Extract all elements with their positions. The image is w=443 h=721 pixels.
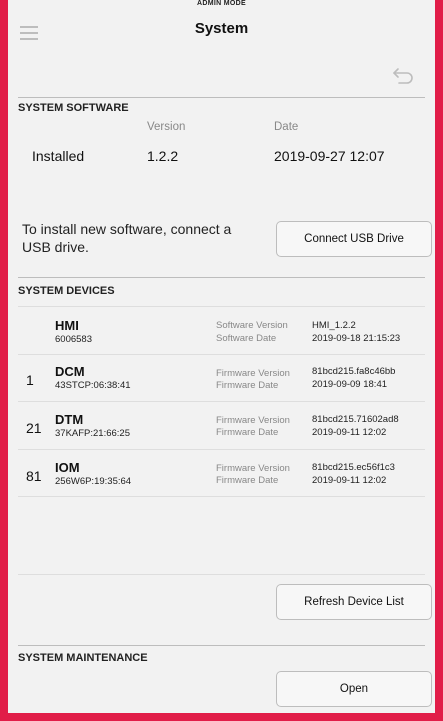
device-number: 81 xyxy=(26,468,42,484)
section-title-system-maintenance: SYSTEM MAINTENANCE xyxy=(18,652,148,664)
device-version-value: 81bcd215.71602ad8 xyxy=(312,414,399,425)
divider xyxy=(18,645,425,646)
page-title: System xyxy=(194,20,249,37)
device-label-version: Software Version xyxy=(216,320,288,331)
device-version-value: 81bcd215.fa8c46bb xyxy=(312,366,396,377)
open-maintenance-button[interactable]: Open xyxy=(276,671,432,707)
app-frame: ADMIN MODE System SYSTEM SOFTWARE Versio… xyxy=(8,0,435,713)
device-serial: 6006583 xyxy=(55,334,92,345)
device-date-value: 2019-09-11 12:02 xyxy=(312,427,387,438)
column-header-version: Version xyxy=(147,121,186,133)
device-serial: 43STCP:06:38:41 xyxy=(55,380,131,391)
device-name: HMI xyxy=(55,318,79,333)
divider xyxy=(18,354,425,355)
device-date-value: 2019-09-11 12:02 xyxy=(312,475,387,486)
device-version-value: HMI_1.2.2 xyxy=(312,320,356,331)
device-serial: 37KAFP:21:66:25 xyxy=(55,428,130,439)
header: System xyxy=(8,12,435,52)
device-label-version: Firmware Version xyxy=(216,415,290,426)
divider xyxy=(18,306,425,307)
admin-mode-label: ADMIN MODE xyxy=(197,0,246,7)
refresh-device-list-button[interactable]: Refresh Device List xyxy=(276,584,432,620)
device-name: IOM xyxy=(55,460,80,475)
device-version-value: 81bcd215.ec56f1c3 xyxy=(312,462,395,473)
section-title-system-devices: SYSTEM DEVICES xyxy=(18,285,115,297)
installed-date: 2019-09-27 12:07 xyxy=(274,148,385,164)
installed-version: 1.2.2 xyxy=(147,148,179,164)
column-header-date: Date xyxy=(274,121,299,133)
device-number: 21 xyxy=(26,420,42,436)
usb-install-message: To install new software, connect a USB d… xyxy=(22,221,232,255)
section-title-system-software: SYSTEM SOFTWARE xyxy=(18,102,129,114)
installed-label: Installed xyxy=(32,148,85,164)
device-name: DTM xyxy=(55,412,84,427)
device-date-value: 2019-09-09 18:41 xyxy=(312,379,388,390)
device-label-version: Firmware Version xyxy=(216,463,290,474)
divider xyxy=(18,449,425,450)
divider xyxy=(18,574,425,575)
device-name: DCM xyxy=(55,364,85,379)
device-label-date: Firmware Date xyxy=(216,427,279,438)
divider xyxy=(18,277,425,278)
device-label-version: Firmware Version xyxy=(216,368,290,379)
divider xyxy=(18,401,425,402)
connect-usb-drive-button[interactable]: Connect USB Drive xyxy=(276,221,432,257)
back-arrow-icon[interactable] xyxy=(391,65,415,85)
device-label-date: Firmware Date xyxy=(216,475,279,486)
device-label-date: Software Date xyxy=(216,333,277,344)
divider xyxy=(18,496,425,497)
device-serial: 256W6P:19:35:64 xyxy=(55,476,132,487)
device-date-value: 2019-09-18 21:15:23 xyxy=(312,333,401,344)
device-number: 1 xyxy=(26,372,34,388)
device-label-date: Firmware Date xyxy=(216,380,279,391)
divider xyxy=(18,97,425,98)
